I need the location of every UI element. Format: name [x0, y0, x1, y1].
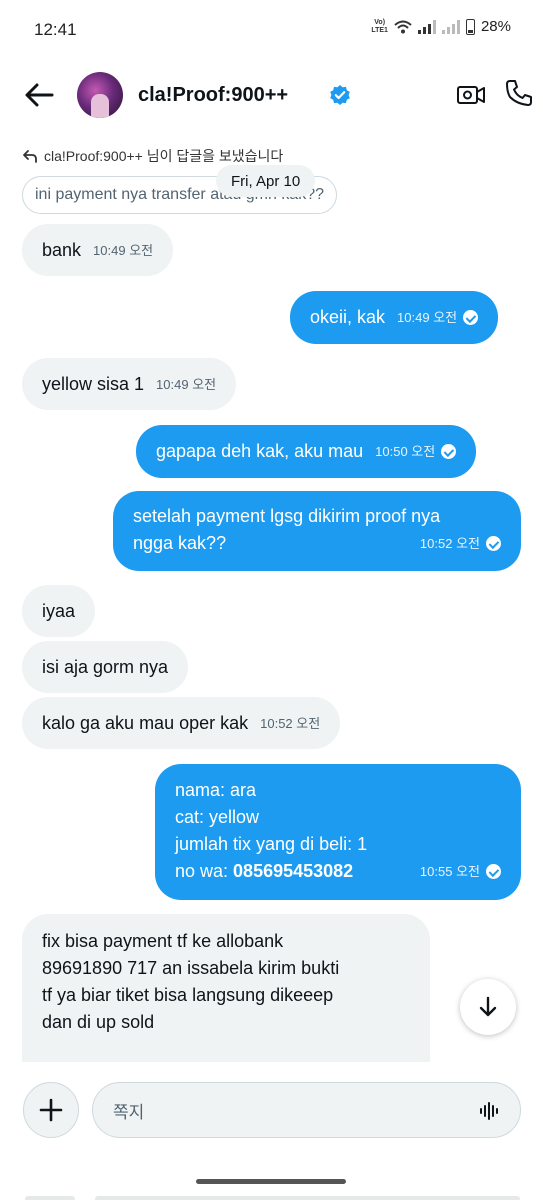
reply-arrow-icon — [23, 150, 37, 163]
message-time: 10:49 오전 — [93, 242, 154, 258]
composer: 쪽지 — [0, 1062, 543, 1200]
message-outgoing[interactable]: nama: ara cat: yellow jumlah tix yang di… — [155, 764, 521, 900]
message-time-text: 10:55 오전 — [419, 864, 480, 879]
signal-icon — [417, 19, 436, 34]
message-text: bank — [42, 239, 82, 260]
battery-percent: 28% — [480, 18, 511, 35]
phone-label: no wa: — [175, 861, 234, 881]
message-time: 10:52 오전 — [420, 530, 501, 557]
message-line: 89691890 717 an issabela kirim bukti — [42, 958, 340, 978]
message-time: 10:55 오전 — [420, 858, 501, 885]
message-text: isi aja gorm nya — [42, 656, 169, 677]
voice-message-icon[interactable] — [478, 1100, 500, 1122]
phone-number-link[interactable]: 085695453082 — [233, 861, 353, 881]
back-arrow-icon[interactable] — [22, 78, 56, 112]
message-line: dan di up sold — [42, 1012, 155, 1032]
reply-context-text: cla!Proof:900++ 님이 답글을 보냈습니다 — [44, 148, 284, 164]
message-line: ngga kak?? — [133, 533, 227, 553]
message-text: kalo ga aku mau oper kak — [42, 712, 249, 733]
bottom-edge — [95, 1196, 520, 1200]
message-incoming[interactable]: isi aja gorm nya — [22, 641, 189, 693]
message-incoming[interactable]: kalo ga aku mau oper kak 10:52 오전 — [22, 697, 341, 749]
message-time-text: 10:49 오전 — [397, 310, 458, 325]
home-indicator[interactable] — [196, 1179, 346, 1184]
battery-icon — [465, 18, 475, 35]
avatar[interactable] — [77, 72, 123, 118]
read-check-icon — [463, 310, 479, 325]
message-text: okeii, kak — [310, 307, 386, 327]
message-text: iyaa — [42, 600, 76, 621]
read-check-icon — [486, 536, 501, 551]
plus-icon — [39, 1098, 63, 1122]
status-time: 12:41 — [34, 20, 77, 39]
message-input-placeholder: 쪽지 — [113, 1102, 145, 1122]
message-outgoing[interactable]: setelah payment lgsg dikirim proof nya n… — [113, 491, 521, 571]
message-text: gapapa deh kak, aku mau — [156, 441, 364, 461]
contact-name[interactable]: cla!Proof:900++ — [138, 84, 288, 107]
bottom-edge — [25, 1196, 75, 1200]
message-time: 10:49 오전 — [397, 304, 479, 331]
message-incoming[interactable]: yellow sisa 1 10:49 오전 — [22, 358, 237, 410]
conversation-header: cla!Proof:900++ — [0, 60, 543, 130]
signal-icon-2 — [441, 19, 460, 34]
message-incoming[interactable]: fix bisa payment tf ke allobank 89691890… — [22, 914, 430, 1084]
message-line: cat: yellow — [175, 807, 260, 827]
message-line: fix bisa payment tf ke allobank — [42, 931, 284, 951]
message-time-text: 10:50 오전 — [375, 444, 436, 459]
phone-call-icon[interactable] — [504, 78, 534, 108]
message-text: yellow sisa 1 — [42, 373, 145, 394]
verified-badge-icon — [330, 85, 350, 105]
wifi-icon — [394, 20, 412, 33]
status-bar: 12:41 Vo) LTE1 28% — [0, 0, 543, 60]
message-line: tf ya biar tiket bisa langsung dikeeep — [42, 985, 334, 1005]
message-line: jumlah tix yang di beli: 1 — [175, 834, 368, 854]
message-input[interactable]: 쪽지 — [92, 1082, 521, 1138]
message-line: setelah payment lgsg dikirim proof nya — [133, 506, 441, 526]
video-call-icon[interactable] — [456, 80, 486, 110]
reply-context: cla!Proof:900++ 님이 답글을 보냈습니다 — [22, 146, 283, 166]
read-check-icon — [441, 444, 457, 459]
message-incoming[interactable]: bank 10:49 오전 — [22, 224, 174, 276]
message-outgoing[interactable]: gapapa deh kak, aku mau 10:50 오전 — [136, 425, 477, 478]
volte-indicator: Vo) LTE1 — [371, 18, 388, 34]
read-check-icon — [486, 864, 501, 879]
message-line: nama: ara — [175, 780, 257, 800]
arrow-down-icon — [479, 996, 497, 1017]
add-attachment-button[interactable] — [23, 1082, 79, 1138]
message-time: 10:52 오전 — [260, 715, 321, 731]
message-time: 10:50 오전 — [375, 438, 457, 465]
message-line: no wa: 085695453082 — [175, 858, 353, 885]
status-indicators: Vo) LTE1 28% — [371, 18, 511, 35]
message-outgoing[interactable]: okeii, kak 10:49 오전 — [290, 291, 499, 344]
date-separator: Fri, Apr 10 — [216, 165, 316, 197]
scroll-to-bottom-button[interactable] — [460, 979, 516, 1035]
message-incoming[interactable]: iyaa — [22, 585, 96, 637]
message-time: 10:49 오전 — [156, 376, 217, 392]
message-time-text: 10:52 오전 — [419, 536, 480, 551]
